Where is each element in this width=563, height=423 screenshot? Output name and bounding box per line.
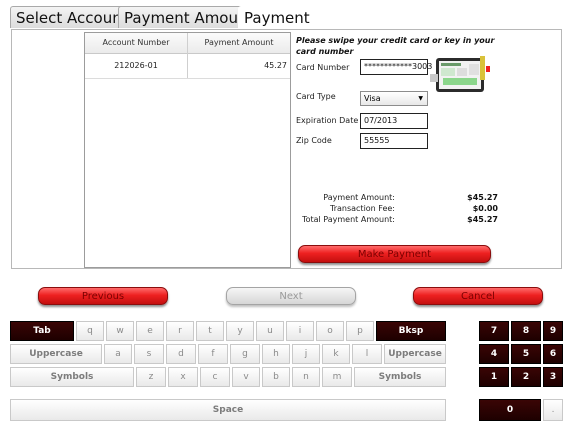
key-g[interactable]: g (230, 344, 260, 364)
column-header-account-number[interactable]: Account Number (85, 33, 187, 53)
card-number-label: Card Number (296, 63, 350, 72)
key-h[interactable]: h (262, 344, 290, 364)
key-y[interactable]: y (226, 321, 254, 341)
key-n[interactable]: n (292, 367, 320, 387)
total-payment-amount-label: Total Payment Amount: (302, 215, 395, 224)
key-0[interactable]: 0 (479, 399, 541, 421)
column-header-payment-amount[interactable]: Payment Amount (188, 33, 290, 53)
key-6[interactable]: 6 (543, 344, 563, 364)
key-w[interactable]: w (106, 321, 134, 341)
key-i[interactable]: i (286, 321, 314, 341)
accounts-grid: Account Number Payment Amount 212026-01 … (84, 32, 291, 268)
card-reader-icon (430, 52, 492, 96)
key-symbols-left[interactable]: Symbols (10, 367, 134, 387)
key-k[interactable]: k (322, 344, 350, 364)
transaction-fee-value: $0.00 (472, 204, 498, 213)
chevron-down-icon: ▼ (418, 95, 423, 102)
key-z[interactable]: z (136, 367, 166, 387)
tab-payment[interactable]: Payment (238, 6, 316, 28)
key-d[interactable]: d (166, 344, 196, 364)
key-p[interactable]: p (346, 321, 374, 341)
key-m[interactable]: m (322, 367, 352, 387)
key-o[interactable]: o (316, 321, 344, 341)
total-payment-amount-value: $45.27 (467, 215, 498, 224)
payment-amount-cell[interactable]: 45.27 (188, 54, 287, 78)
key-b[interactable]: b (262, 367, 290, 387)
key-backspace[interactable]: Bksp (376, 321, 446, 341)
key-space[interactable]: Space (10, 399, 446, 421)
card-type-select[interactable]: Visa ▼ (360, 91, 428, 106)
key-a[interactable]: a (104, 344, 132, 364)
payment-amount-label: Payment Amount: (323, 193, 395, 202)
key-9[interactable]: 9 (543, 321, 563, 341)
key-4[interactable]: 4 (479, 344, 509, 364)
key-v[interactable]: v (232, 367, 260, 387)
key-t[interactable]: t (196, 321, 224, 341)
expiration-date-label: Expiration Date (296, 116, 359, 125)
key-3[interactable]: 3 (543, 367, 563, 387)
key-1[interactable]: 1 (479, 367, 509, 387)
make-payment-button[interactable]: Make Payment (298, 245, 491, 263)
row-divider (85, 78, 290, 79)
key-2[interactable]: 2 (511, 367, 541, 387)
key-u[interactable]: u (256, 321, 284, 341)
card-type-value: Visa (364, 94, 381, 103)
key-decimal[interactable]: . (543, 399, 563, 421)
key-l[interactable]: l (352, 344, 382, 364)
key-s[interactable]: s (134, 344, 164, 364)
key-symbols-right[interactable]: Symbols (354, 367, 446, 387)
key-c[interactable]: c (200, 367, 230, 387)
transaction-fee-label: Transaction Fee: (329, 204, 395, 213)
zip-code-field[interactable]: 55555 (360, 133, 428, 149)
account-number-cell[interactable]: 212026-01 (85, 54, 187, 78)
zip-code-label: Zip Code (296, 136, 332, 145)
key-r[interactable]: r (166, 321, 194, 341)
cancel-button[interactable]: Cancel (413, 287, 543, 305)
card-number-field[interactable]: ************3003 (360, 59, 432, 75)
key-x[interactable]: x (168, 367, 198, 387)
payment-amount-value: $45.27 (467, 193, 498, 202)
key-e[interactable]: e (136, 321, 164, 341)
expiration-date-field[interactable]: 07/2013 (360, 113, 428, 129)
key-5[interactable]: 5 (511, 344, 541, 364)
key-uppercase-right[interactable]: Uppercase (384, 344, 446, 364)
key-f[interactable]: f (198, 344, 228, 364)
key-j[interactable]: j (292, 344, 320, 364)
key-tab[interactable]: Tab (10, 321, 74, 341)
card-type-label: Card Type (296, 92, 336, 101)
key-q[interactable]: q (76, 321, 104, 341)
previous-button[interactable]: Previous (38, 287, 168, 305)
next-button[interactable]: Next (226, 287, 356, 305)
key-uppercase-left[interactable]: Uppercase (10, 344, 102, 364)
key-8[interactable]: 8 (511, 321, 541, 341)
key-7[interactable]: 7 (479, 321, 509, 341)
